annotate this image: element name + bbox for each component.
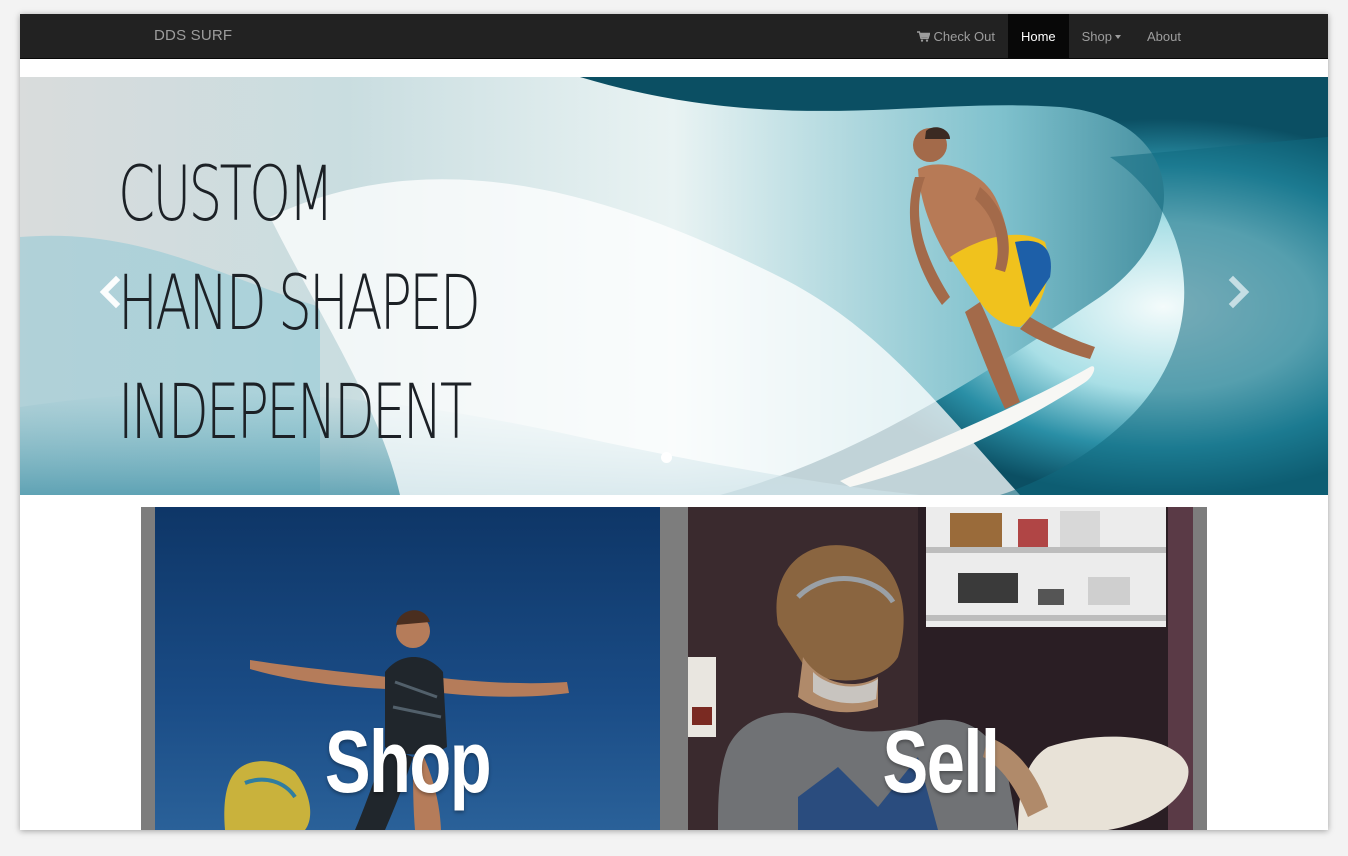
shop-tile-label: Shop <box>324 712 492 811</box>
headline-line-2: HAND SHAPED <box>118 258 481 347</box>
nav-item-shop: Shop <box>1069 14 1134 59</box>
hero-headline: CUSTOM HAND SHAPED INDEPENDENT <box>118 139 481 466</box>
brand-link[interactable]: DDS SURF <box>154 14 232 59</box>
carousel-next-button[interactable] <box>1224 272 1254 312</box>
sell-tile[interactable]: Sell <box>688 507 1193 830</box>
home-label: Home <box>1020 29 1056 44</box>
browser-viewport: DDS SURF Check Out Home Shop About CUSTO… <box>20 14 1328 830</box>
nav-item-about: About <box>1134 14 1194 59</box>
top-navbar: DDS SURF Check Out Home Shop About <box>20 14 1328 59</box>
sell-tile-label: Sell <box>882 712 1000 811</box>
cart-icon <box>916 31 930 42</box>
shop-dropdown-toggle[interactable]: Shop <box>1069 14 1134 59</box>
hero-carousel: CUSTOM HAND SHAPED INDEPENDENT <box>20 77 1328 495</box>
carousel-prev-button[interactable] <box>94 272 124 312</box>
nav-item-home: Home <box>1007 14 1069 59</box>
carousel-indicator-active[interactable] <box>661 452 672 463</box>
carousel-indicators <box>661 452 672 463</box>
checkout-label: Check Out <box>933 29 995 44</box>
checkout-link[interactable]: Check Out <box>904 14 1008 59</box>
caret-down-icon <box>1115 34 1122 39</box>
shop-label: Shop <box>1081 29 1113 44</box>
chevron-right-icon <box>1228 275 1250 309</box>
feature-tiles: Shop Sell <box>141 507 1207 830</box>
shop-tile[interactable]: Shop <box>155 507 660 830</box>
chevron-left-icon <box>99 275 121 309</box>
headline-line-1: CUSTOM <box>118 149 334 238</box>
headline-line-3: INDEPENDENT <box>118 367 472 456</box>
about-link[interactable]: About <box>1134 14 1194 59</box>
nav-item-checkout: Check Out <box>904 14 1008 59</box>
about-label: About <box>1147 29 1181 44</box>
home-link[interactable]: Home <box>1007 14 1069 59</box>
nav-menu: Check Out Home Shop About <box>904 14 1194 59</box>
